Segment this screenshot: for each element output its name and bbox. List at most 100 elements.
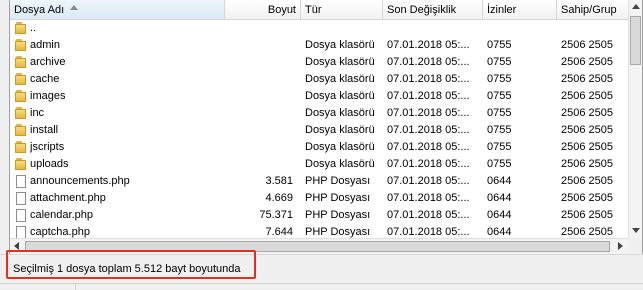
file-type: Dosya klasörü [305,39,375,51]
file-owner [561,20,628,37]
file-type: PHP Dosyası [305,226,371,238]
file-owner: 2506 2505 [561,56,613,68]
file-type: PHP Dosyası [305,209,371,221]
file-size [225,105,293,122]
column-header-permissions[interactable]: İzinler [483,0,557,19]
panel-splitter[interactable] [75,284,76,290]
column-header-size-label: Boyut [267,4,296,16]
file-row[interactable]: jscripts Dosya klasörü 07.01.2018 05:... 07… [10,139,628,156]
file-name: archive [30,56,66,68]
arrow-up-icon [632,4,640,9]
file-row[interactable]: images Dosya klasörü 07.01.2018 05:... 0755… [10,88,628,105]
column-header-modified-label: Son Değişiklik [387,4,457,16]
file-owner: 2506 2505 [561,124,613,136]
folder-icon [15,22,27,35]
file-size: 75.371 [259,209,293,221]
file-size [225,20,293,37]
file-type [305,20,385,37]
file-size: 4.669 [265,192,293,204]
file-row[interactable]: cache Dosya klasörü 07.01.2018 05:... 0755 2… [10,71,628,88]
file-modified: 07.01.2018 05:... [387,158,470,170]
column-header-name[interactable]: Dosya Adı [10,0,225,19]
file-modified: 07.01.2018 05:... [387,39,470,51]
file-icon [16,192,26,205]
file-row[interactable]: attachment.php 4.669 PHP Dosyası 07.01.2018… [10,190,628,207]
folder-icon [15,73,27,86]
file-owner: 2506 2505 [561,226,613,238]
folder-icon [15,107,27,120]
arrow-left-icon [14,242,19,250]
sort-ascending-icon [70,5,78,10]
remote-file-list: Dosya Adı Boyut Tür Son Değişiklik İzinl… [9,0,643,254]
file-owner: 2506 2505 [561,39,613,51]
file-size [225,88,293,105]
file-size [225,71,293,88]
file-row[interactable]: archive Dosya klasörü 07.01.2018 05:... 075… [10,54,628,71]
folder-icon [15,141,27,154]
folder-icon [15,39,27,52]
file-name: captcha.php [30,226,90,238]
file-modified: 07.01.2018 05:... [387,56,470,68]
vertical-scrollbar[interactable] [628,0,642,238]
file-icon [16,226,26,238]
folder-icon [15,158,27,171]
column-header-name-label: Dosya Adı [14,4,65,16]
column-header-type[interactable]: Tür [301,0,383,19]
file-row[interactable]: install Dosya klasörü 07.01.2018 05:... 075… [10,122,628,139]
file-name: admin [30,39,60,51]
file-modified: 07.01.2018 05:... [387,209,470,221]
folder-icon [15,56,27,69]
file-permissions: 0755 [487,124,512,136]
file-row[interactable]: announcements.php 3.581 PHP Dosyası 07.01.2… [10,173,628,190]
file-icon [16,209,26,222]
file-permissions [487,20,557,37]
column-header-permissions-label: İzinler [487,4,517,16]
file-owner: 2506 2505 [561,107,613,119]
column-header-size[interactable]: Boyut [225,0,301,19]
file-row[interactable]: inc Dosya klasörü 07.01.2018 05:... 0755 250… [10,105,628,122]
file-owner: 2506 2505 [561,192,613,204]
file-size [225,156,293,173]
file-size [225,54,293,71]
column-header-type-label: Tür [305,4,322,16]
file-name: calendar.php [30,209,93,221]
file-modified: 07.01.2018 05:... [387,141,470,153]
file-permissions: 0755 [487,107,512,119]
column-header-bar: Dosya Adı Boyut Tür Son Değişiklik İzinl… [10,0,628,20]
file-size: 7.644 [265,226,293,238]
column-header-owner-label: Sahip/Grup [561,4,617,16]
file-permissions: 0644 [487,192,512,204]
file-name: announcements.php [30,175,130,187]
file-name: .. [30,22,37,34]
file-type: Dosya klasörü [305,56,375,68]
file-name: jscripts [30,141,65,153]
file-row[interactable]: calendar.php 75.371 PHP Dosyası 07.01.2018 … [10,207,628,224]
file-row[interactable]: uploads Dosya klasörü 07.01.2018 05:... 075… [10,156,628,173]
file-permissions: 0755 [487,141,512,153]
highlight-box [6,250,256,279]
file-type: Dosya klasörü [305,90,375,102]
scroll-down-button[interactable] [629,223,642,237]
file-modified: 07.01.2018 05:... [387,226,470,238]
file-row[interactable]: captcha.php 7.644 PHP Dosyası 07.01.2018 05… [10,224,628,238]
vertical-scroll-thumb[interactable] [630,16,641,65]
file-size [225,122,293,139]
file-type: Dosya klasörü [305,124,375,136]
column-header-owner[interactable]: Sahip/Grup [557,0,628,19]
file-type: PHP Dosyası [305,192,371,204]
file-row[interactable]: .. [10,20,628,37]
file-permissions: 0644 [487,175,512,187]
file-type: Dosya klasörü [305,107,375,119]
scroll-right-button[interactable] [613,239,627,253]
scroll-up-button[interactable] [629,0,642,14]
file-name: images [30,90,66,102]
file-name: inc [30,107,45,119]
file-owner: 2506 2505 [561,175,613,187]
file-row[interactable]: admin Dosya klasörü 07.01.2018 05:... 0755 2… [10,37,628,54]
file-owner: 2506 2505 [561,158,613,170]
column-header-modified[interactable]: Son Değişiklik [383,0,483,19]
file-name: install [30,124,59,136]
file-modified: 07.01.2018 05:... [387,192,470,204]
file-owner: 2506 2505 [561,90,613,102]
file-owner: 2506 2505 [561,141,613,153]
